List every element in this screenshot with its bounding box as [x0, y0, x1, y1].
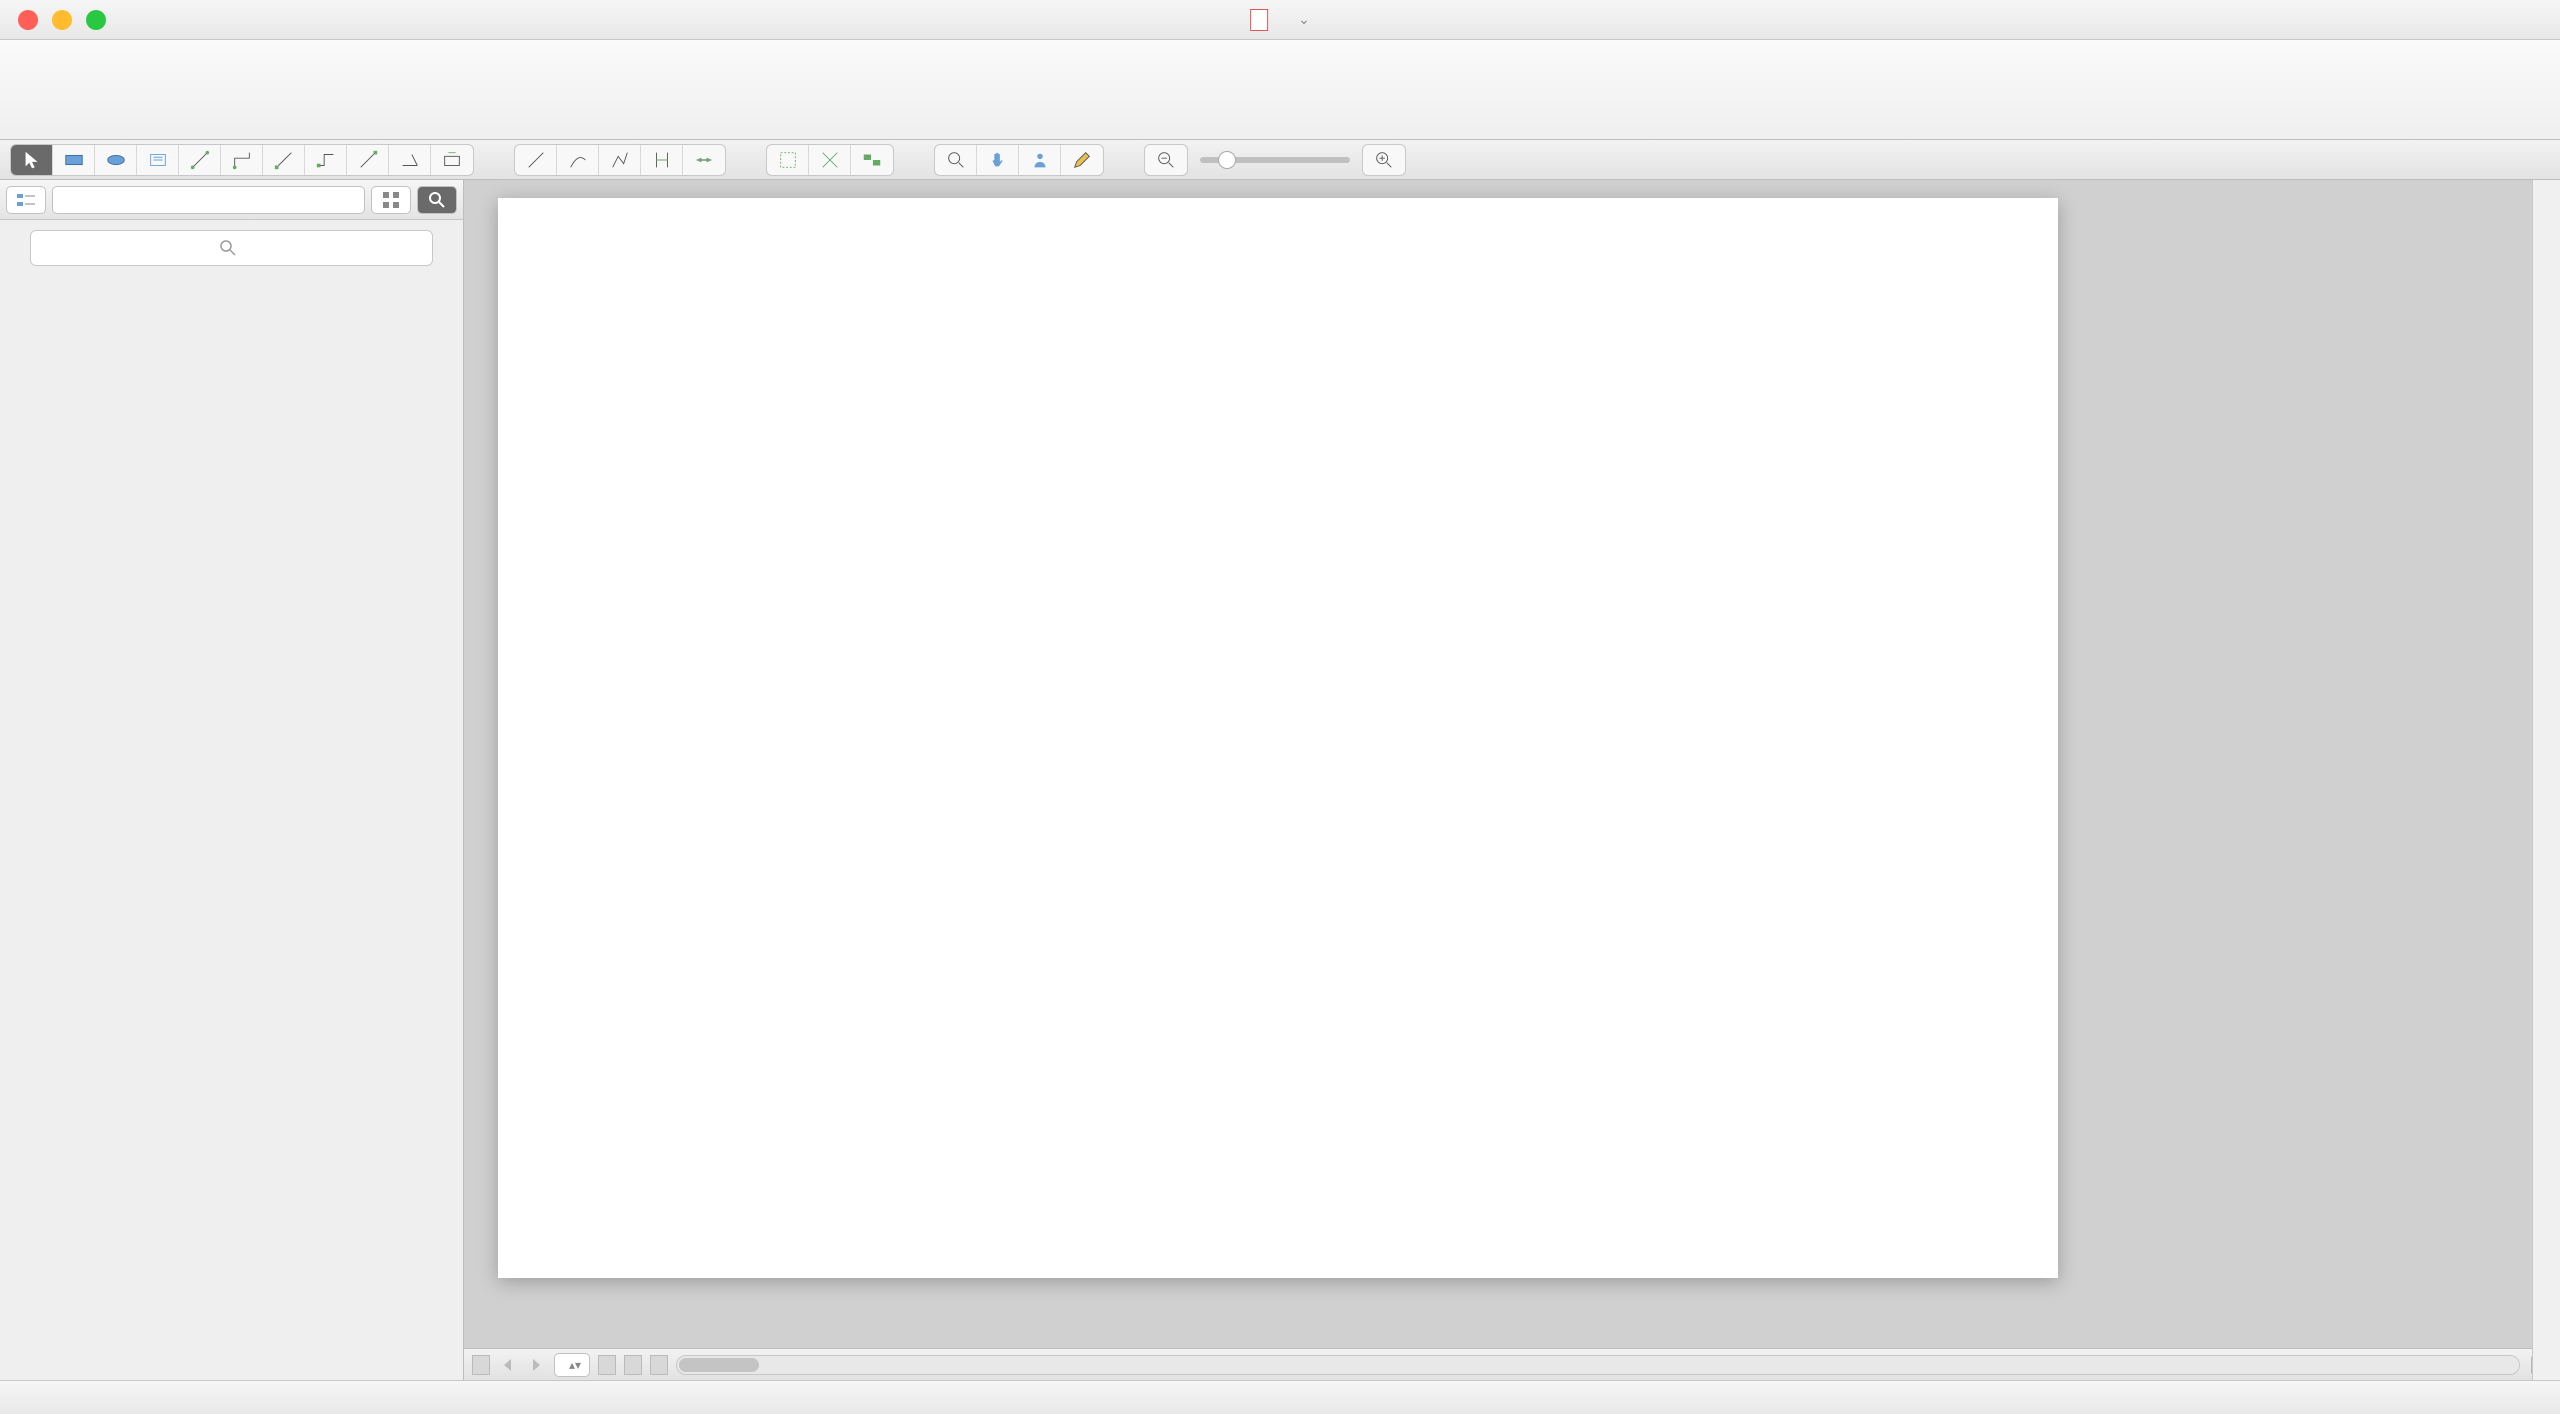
- sidebar-search-toggle[interactable]: [417, 186, 457, 214]
- document-icon: [1250, 9, 1268, 31]
- zoom-select[interactable]: ▴▾: [554, 1353, 590, 1377]
- line-tool-1[interactable]: [515, 145, 557, 175]
- prev-page-icon[interactable]: [498, 1355, 518, 1375]
- select-tool-2[interactable]: [809, 145, 851, 175]
- titlebar: ⌄: [0, 0, 2560, 40]
- select-tool-1[interactable]: [767, 145, 809, 175]
- page-segment-2[interactable]: [624, 1355, 642, 1375]
- chevron-down-icon[interactable]: ⌄: [1298, 11, 1310, 28]
- next-page-icon[interactable]: [526, 1355, 546, 1375]
- line-tool-4[interactable]: [641, 145, 683, 175]
- window-controls: [18, 10, 106, 30]
- main-toolbar: [0, 40, 2560, 140]
- zoom-tool[interactable]: [935, 145, 977, 175]
- vertical-scrollbar[interactable]: [2532, 180, 2560, 1380]
- rect-tool[interactable]: [53, 145, 95, 175]
- tool-palette: [0, 140, 2560, 180]
- person-tool[interactable]: [1019, 145, 1061, 175]
- maximize-window[interactable]: [86, 10, 106, 30]
- status-bar: [0, 1380, 2560, 1414]
- sidebar-grid-view[interactable]: [371, 186, 411, 214]
- minimize-window[interactable]: [52, 10, 72, 30]
- zoom-slider[interactable]: [1200, 157, 1350, 163]
- ellipse-tool[interactable]: [95, 145, 137, 175]
- select-tool-3[interactable]: [851, 145, 893, 175]
- sidebar: [0, 180, 464, 1380]
- pencil-tool[interactable]: [1061, 145, 1103, 175]
- sidebar-mode-select[interactable]: [6, 186, 46, 214]
- connector-tool-6[interactable]: [389, 145, 431, 175]
- page-segment-3[interactable]: [650, 1355, 668, 1375]
- close-window[interactable]: [18, 10, 38, 30]
- zoom-out-button[interactable]: [1145, 145, 1187, 175]
- search-icon: [219, 239, 237, 257]
- text-tool[interactable]: [137, 145, 179, 175]
- connector-tool-4[interactable]: [305, 145, 347, 175]
- line-tool-2[interactable]: [557, 145, 599, 175]
- pointer-tool[interactable]: [11, 145, 53, 175]
- horizontal-scrollbar[interactable]: [676, 1355, 2520, 1375]
- connector-tool-2[interactable]: [221, 145, 263, 175]
- page-tab-handle[interactable]: [472, 1355, 490, 1375]
- page-segment-1[interactable]: [598, 1355, 616, 1375]
- sidebar-filter[interactable]: [52, 186, 365, 214]
- zoom-in-button[interactable]: [1363, 145, 1405, 175]
- hand-tool[interactable]: [977, 145, 1019, 175]
- connector-tool-1[interactable]: [179, 145, 221, 175]
- connector-tool-7[interactable]: [431, 145, 473, 175]
- shape-library: [0, 276, 463, 1380]
- connector-tool-5[interactable]: [347, 145, 389, 175]
- connector-tool-3[interactable]: [263, 145, 305, 175]
- diagram-page[interactable]: [498, 198, 2058, 1278]
- line-tool-3[interactable]: [599, 145, 641, 175]
- canvas-area: ▴▾: [464, 180, 2560, 1380]
- search-input[interactable]: [30, 230, 433, 266]
- line-tool-5[interactable]: [683, 145, 725, 175]
